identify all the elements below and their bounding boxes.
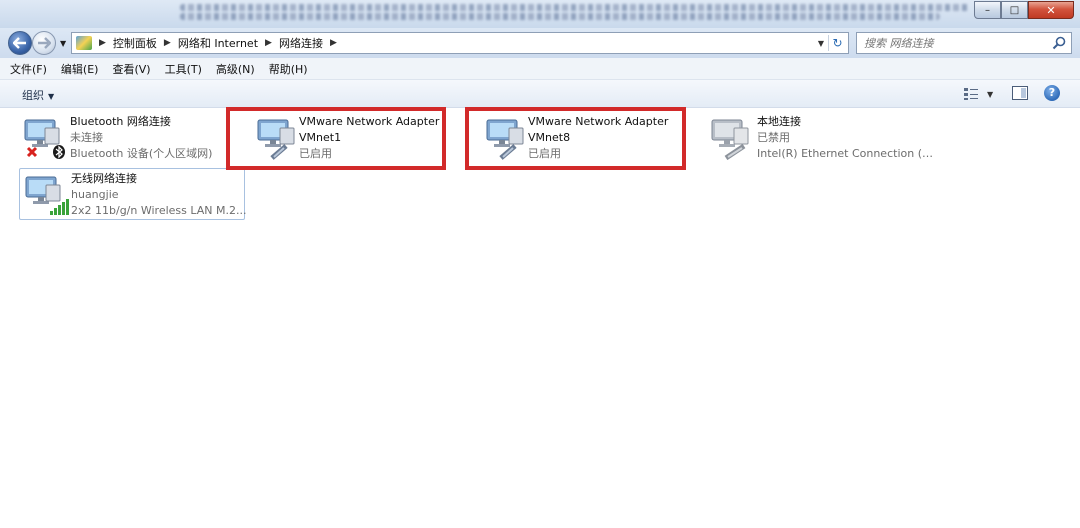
minimize-button[interactable]: –	[974, 1, 1001, 19]
command-bar: 组织 ▼ ▼ ?	[0, 80, 1080, 108]
menu-file[interactable]: 文件(F)	[10, 61, 47, 77]
close-icon: ✕	[1046, 3, 1056, 17]
organize-button[interactable]: 组织 ▼	[22, 87, 54, 103]
connection-item-wireless[interactable]: 无线网络连接 huangjie 2x2 11b/g/n Wireless LAN…	[19, 168, 247, 220]
wireless-network-icon	[25, 176, 69, 215]
connection-name: 本地连接	[757, 115, 801, 128]
blurred-title-background	[180, 2, 970, 24]
menu-bar: 文件(F) 编辑(E) 查看(V) 工具(T) 高级(N) 帮助(H)	[0, 58, 1080, 80]
control-panel-icon	[76, 36, 92, 50]
breadcrumb-chevron-icon[interactable]: ▶	[99, 38, 106, 48]
connection-name: Bluetooth 网络连接	[70, 115, 171, 128]
connection-name: 无线网络连接	[71, 172, 137, 185]
menu-tools[interactable]: 工具(T)	[165, 61, 202, 77]
title-bar: – □ ✕	[0, 0, 1080, 28]
highlight-box-vmnet8	[465, 107, 686, 170]
connection-status: huangjie	[71, 188, 119, 201]
back-button[interactable]	[8, 31, 32, 55]
breadcrumb-chevron-icon[interactable]: ▶	[164, 38, 171, 48]
change-view-button[interactable]: ▼	[963, 86, 999, 102]
menu-help[interactable]: 帮助(H)	[269, 61, 308, 77]
organize-label: 组织	[22, 89, 44, 102]
address-bar[interactable]: ▶ 控制面板 ▶ 网络和 Internet ▶ 网络连接 ▶ ▼ ↻	[71, 32, 849, 54]
breadcrumb-control-panel[interactable]: 控制面板	[113, 35, 157, 51]
view-options-icon	[964, 88, 978, 100]
search-input[interactable]	[864, 36, 1044, 50]
connection-item-local[interactable]: 本地连接 已禁用 Intel(R) Ethernet Connection (3…	[706, 112, 934, 164]
view-dropdown-icon[interactable]: ▼	[987, 90, 993, 99]
connection-status: 已禁用	[757, 131, 790, 144]
local-area-connection-icon	[711, 119, 749, 160]
breadcrumb-chevron-icon[interactable]: ▶	[330, 38, 337, 48]
forward-arrow-icon	[38, 37, 51, 49]
connection-device: Bluetooth 设备(个人区域网)	[70, 147, 213, 160]
search-icon[interactable]	[1052, 36, 1066, 50]
help-icon[interactable]: ?	[1044, 85, 1060, 101]
menu-edit[interactable]: 编辑(E)	[61, 61, 99, 77]
maximize-icon: □	[1009, 4, 1020, 16]
window-controls: – □ ✕	[974, 1, 1074, 19]
breadcrumb-network-connections[interactable]: 网络连接	[279, 35, 323, 51]
back-arrow-icon	[13, 37, 26, 49]
search-box[interactable]	[856, 32, 1072, 54]
forward-button[interactable]	[32, 31, 56, 55]
highlight-box-vmnet1	[226, 107, 446, 170]
connection-item-bluetooth[interactable]: Bluetooth 网络连接 未连接 Bluetooth 设备(个人区域网)	[19, 112, 247, 164]
breadcrumb-network-internet[interactable]: 网络和 Internet	[178, 35, 258, 51]
bluetooth-network-icon	[24, 119, 65, 159]
chevron-down-icon: ▼	[48, 92, 55, 101]
connection-status: 未连接	[70, 131, 103, 144]
navigation-bar: ▼ ▶ 控制面板 ▶ 网络和 Internet ▶ 网络连接 ▶ ▼ ↻	[0, 28, 1080, 58]
maximize-button[interactable]: □	[1001, 1, 1028, 19]
minimize-icon: –	[985, 4, 990, 16]
breadcrumb-chevron-icon[interactable]: ▶	[265, 38, 272, 48]
recent-pages-dropdown[interactable]: ▼	[60, 39, 66, 48]
close-button[interactable]: ✕	[1028, 1, 1074, 19]
connection-device: Intel(R) Ethernet Connection (3...	[757, 147, 933, 160]
preview-pane-icon[interactable]	[1012, 86, 1028, 100]
connection-device: 2x2 11b/g/n Wireless LAN M.2...	[71, 204, 247, 217]
address-dropdown-icon[interactable]: ▼	[818, 39, 824, 48]
refresh-icon[interactable]: ↻	[828, 35, 846, 51]
menu-view[interactable]: 查看(V)	[112, 61, 150, 77]
connections-list: Bluetooth 网络连接 未连接 Bluetooth 设备(个人区域网) V…	[0, 107, 1080, 528]
menu-advanced[interactable]: 高级(N)	[216, 61, 255, 77]
